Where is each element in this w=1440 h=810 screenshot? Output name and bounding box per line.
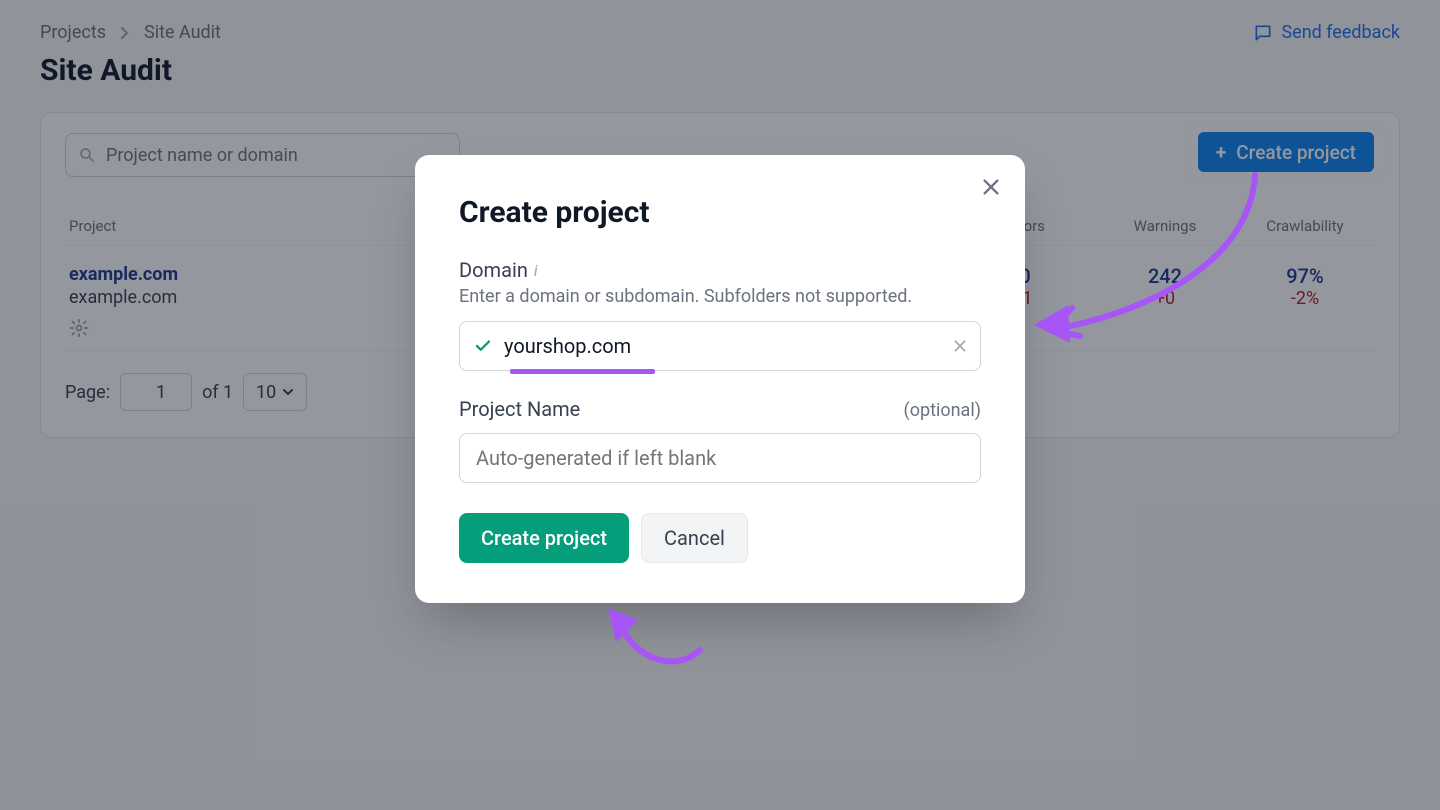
close-icon[interactable] <box>977 173 1005 201</box>
domain-field[interactable] <box>459 321 981 371</box>
domain-input[interactable] <box>504 334 936 358</box>
submit-button[interactable]: Create project <box>459 513 629 563</box>
project-name-input[interactable] <box>476 446 964 470</box>
project-name-label: Project Name <box>459 397 580 421</box>
optional-label: (optional) <box>904 400 981 421</box>
check-icon <box>474 337 492 355</box>
annotation-underline <box>510 369 655 374</box>
clear-icon[interactable] <box>952 338 968 354</box>
create-project-modal: Create project Domain i Enter a domain o… <box>415 155 1025 603</box>
info-icon[interactable]: i <box>534 261 538 280</box>
project-name-field[interactable] <box>459 433 981 483</box>
cancel-button[interactable]: Cancel <box>641 513 748 563</box>
domain-hint: Enter a domain or subdomain. Subfolders … <box>459 286 981 307</box>
domain-label: Domain i <box>459 258 981 282</box>
modal-title: Create project <box>459 195 981 230</box>
